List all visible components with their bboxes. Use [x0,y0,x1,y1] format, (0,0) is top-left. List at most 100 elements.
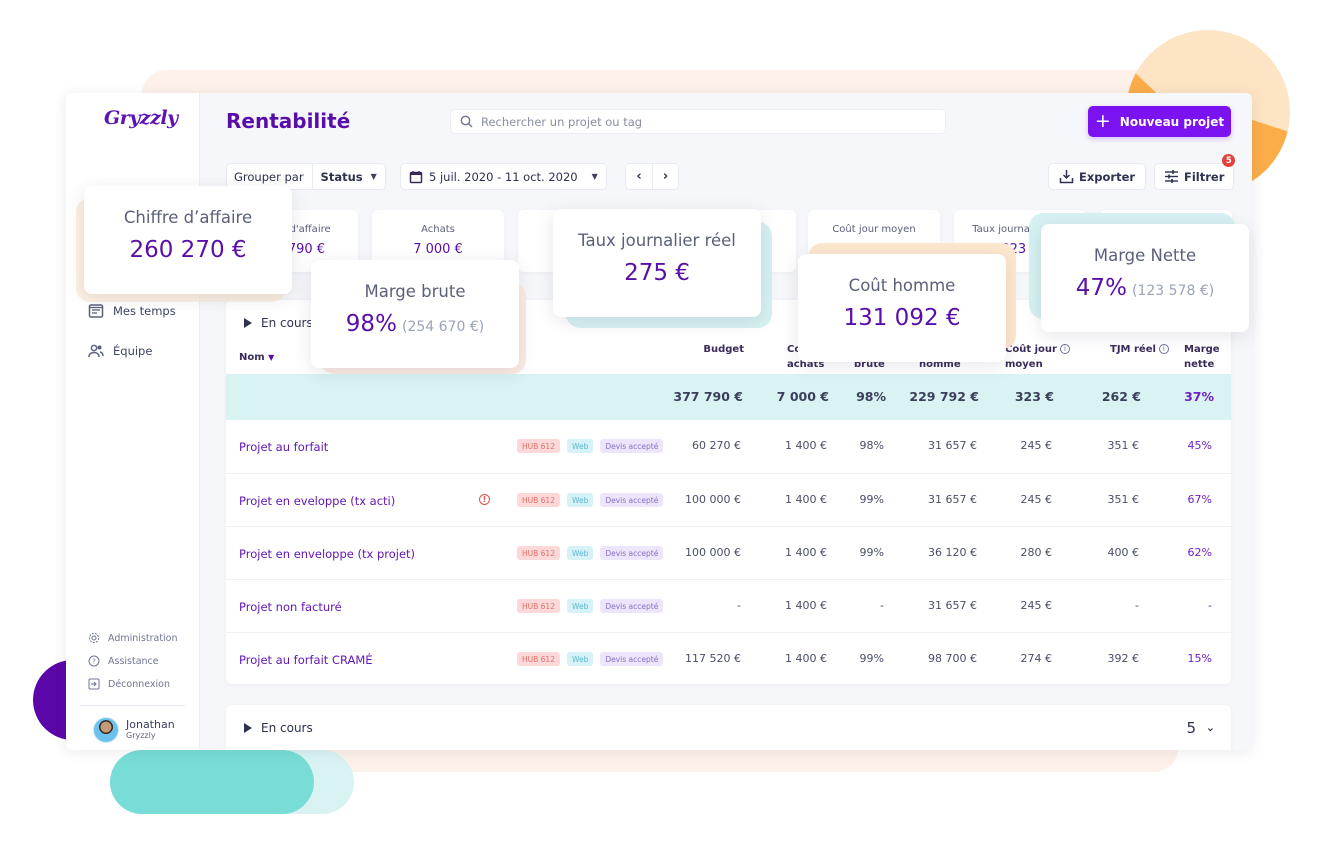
sidebar-item-label: Assistance [108,655,159,667]
user-organization: Gryzzly [126,731,156,740]
cell-cout-homme: 98 700 € [928,652,977,665]
group-toggle[interactable]: En cours [244,316,313,330]
cell-marge-brute: 99% [859,493,884,506]
info-icon[interactable]: i [1158,344,1169,354]
column-header-budget[interactable]: Budget [692,342,744,357]
sort-caret-icon: ▼ [268,353,275,362]
tag-badge[interactable]: Devis accepté [600,652,664,666]
sidebar-item-assistance[interactable]: ? Assistance [88,655,159,667]
new-project-button[interactable]: + Nouveau projet [1088,106,1231,137]
highlight-label: Coût homme [848,276,956,295]
sidebar-item-mes-temps[interactable]: Mes temps [88,303,176,319]
tag-badge[interactable]: HUB 612 [517,493,560,507]
group-section-collapsed[interactable]: En cours 5 ⌄ [226,705,1231,750]
cell-achats: 1 400 € [785,546,827,559]
previous-period-button[interactable]: ‹ [626,164,652,189]
project-name-link[interactable]: Projet non facturé [239,600,342,614]
cell-marge-nette: 15% [1187,652,1212,665]
tag-list: HUB 612 Web Devis accepté [517,546,664,560]
gear-icon [88,632,100,644]
cell-tjm: 351 € [1107,493,1140,506]
cell-marge-brute: 99% [859,652,884,665]
total-marge-nette: 37% [1184,389,1214,404]
tag-badge[interactable]: HUB 612 [517,439,560,453]
sidebar-item-label: Administration [108,632,178,644]
table-row[interactable]: Projet en enveloppe (tx projet) HUB 612 We… [226,526,1231,579]
cell-budget: 60 270 € [692,439,741,452]
highlight-value: 131 092 € [843,305,961,331]
caret-down-icon: ▼ [591,172,598,181]
team-icon [88,344,104,358]
total-tjm: 262 € [1101,389,1141,404]
search-box[interactable] [450,109,946,134]
table-row[interactable]: Projet au forfait CRAMÉ HUB 612 Web Devis a… [226,632,1231,684]
kpi-label: Achats [421,224,455,235]
tag-badge[interactable]: HUB 612 [517,546,560,560]
table-row[interactable]: Projet non facturé HUB 612 Web Devis accept… [226,579,1231,632]
kpi-label: Coût jour moyen [832,224,916,235]
tag-badge[interactable]: HUB 612 [517,599,560,613]
tag-list: HUB 612 Web Devis accepté [517,652,664,666]
filter-button[interactable]: Filtrer 5 [1154,154,1236,190]
cell-cout-jour: 245 € [1020,599,1053,612]
column-header-tjm-reel[interactable]: TJM réel i [1110,342,1169,357]
user-profile[interactable]: Jonathan Gryzzly [93,717,175,743]
tag-badge[interactable]: Web [566,546,594,560]
tag-badge[interactable]: Web [566,599,594,613]
highlight-subvalue: (254 670 €) [402,319,485,335]
cell-tjm: 392 € [1107,652,1140,665]
project-name-link[interactable]: Projet au forfait [239,440,328,454]
sidebar-item-label: Déconnexion [108,678,171,690]
group-by-value: Status [320,169,363,184]
table-row[interactable]: Projet au forfait HUB 612 Web Devis accepté… [226,420,1231,473]
sidebar-item-equipe[interactable]: Équipe [88,343,152,359]
project-name-link[interactable]: Projet au forfait CRAMÉ [239,653,373,667]
download-icon [1059,170,1074,184]
export-button[interactable]: Exporter [1048,163,1147,190]
sidebar-item-administration[interactable]: Administration [88,632,178,644]
date-range-value: 5 juil. 2020 - 11 oct. 2020 [429,169,578,184]
sidebar-item-deconnexion[interactable]: Déconnexion [88,678,170,690]
search-input[interactable] [481,114,921,129]
calendar-list-icon [88,304,104,318]
tag-list: HUB 612 Web Devis accepté [517,493,664,507]
highlight-label: Taux journalier réel [578,231,736,250]
date-range-picker[interactable]: 5 juil. 2020 - 11 oct. 2020 ▼ [400,163,607,190]
column-header-name[interactable]: Nom ▼ [239,350,274,365]
next-period-button[interactable]: › [652,164,678,189]
highlight-subvalue: (123 578 €) [1132,283,1215,299]
group-count: 5 [1186,719,1196,737]
tag-badge[interactable]: Web [566,493,594,507]
highlight-card-marge-brute: Marge brute 98% (254 670 €) [311,260,519,368]
column-header-marge-nette[interactable]: Marge nette [1184,342,1220,372]
group-label: En cours [261,721,313,735]
info-icon[interactable]: i [1059,344,1070,354]
cell-cout-homme: 31 657 € [928,599,977,612]
app-logo[interactable]: Gryzzly [104,107,178,129]
project-name-link[interactable]: Projet en eveloppe (tx acti) [239,494,395,508]
filter-label: Filtrer [1184,169,1225,184]
tag-badge[interactable]: Devis accepté [600,493,664,507]
tag-badge[interactable]: Web [566,652,594,666]
cell-marge-nette: 67% [1187,493,1212,506]
group-toggle[interactable]: En cours [244,721,313,735]
totals-row: 377 790 € 7 000 € 98% 229 792 € 323 € 26… [226,374,1231,420]
total-cout-jour: 323 € [1014,389,1054,404]
tag-badge[interactable]: HUB 612 [517,652,560,666]
sidebar-item-label: Équipe [113,344,153,358]
cell-marge-nette: - [1208,599,1212,612]
tag-badge[interactable]: Devis accepté [600,439,664,453]
main-content: Rentabilité + Nouveau projet Grouper par… [200,93,1252,750]
tag-badge[interactable]: Web [566,439,594,453]
chevron-down-icon[interactable]: ⌄ [1206,721,1215,734]
warning-icon[interactable]: ! [479,494,490,505]
project-name-link[interactable]: Projet en enveloppe (tx projet) [239,547,415,561]
sidebar-divider [80,705,185,706]
tag-badge[interactable]: Devis accepté [600,546,664,560]
tag-badge[interactable]: Devis accepté [600,599,664,613]
column-header-cout-jour-moyen[interactable]: Coût jour i moyen [1005,342,1070,372]
expand-triangle-icon [244,318,252,328]
column-header-label: Budget [703,344,744,355]
group-by-dropdown[interactable]: Status ▼ [313,170,385,184]
table-row[interactable]: Projet en eveloppe (tx acti)! HUB 612 Web D… [226,473,1231,526]
